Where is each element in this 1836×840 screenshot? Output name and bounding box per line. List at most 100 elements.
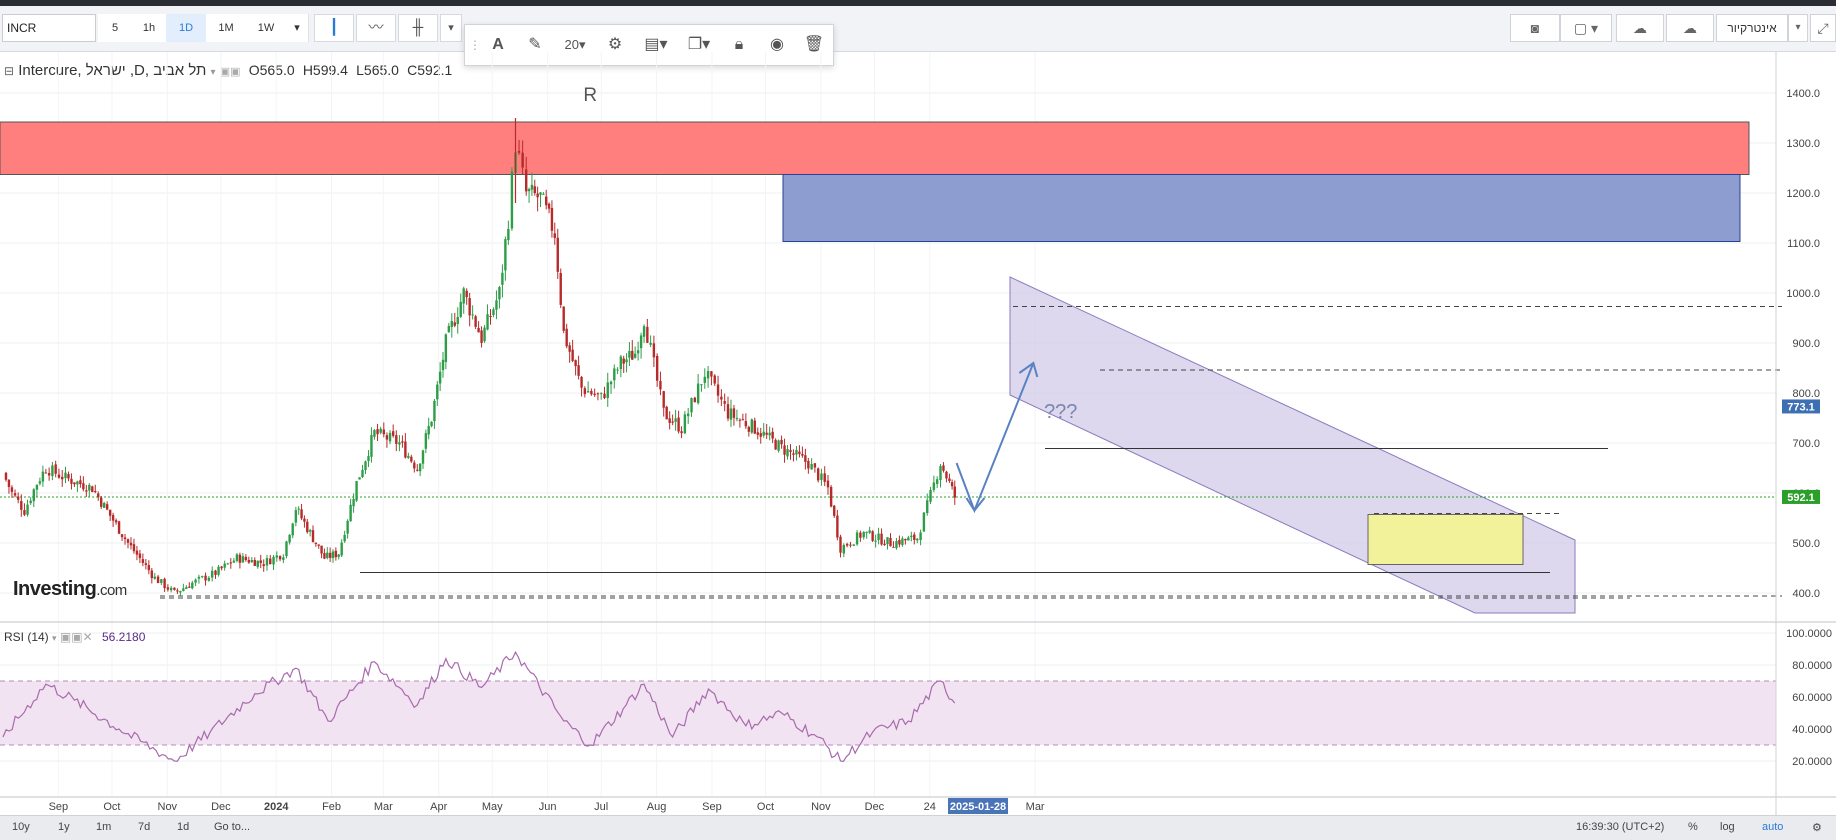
candle-body bbox=[859, 532, 862, 538]
candle-body bbox=[250, 559, 254, 563]
camera-icon[interactable]: ◙ bbox=[1510, 14, 1560, 42]
instrument-name: Intercure, ישראל ,D, תל אביב bbox=[18, 62, 207, 79]
cloud-load-icon[interactable]: ☁ bbox=[1616, 14, 1664, 42]
candle-body bbox=[108, 509, 112, 516]
candle-body bbox=[935, 479, 939, 484]
candle-body bbox=[450, 320, 454, 327]
language-button[interactable]: אינטרקיור bbox=[1716, 14, 1788, 42]
candle-body bbox=[173, 587, 176, 590]
lock-icon[interactable]: 🔒︎ bbox=[721, 25, 757, 65]
price-tick-label: 700.0 bbox=[1792, 438, 1820, 450]
language-dropdown-icon[interactable]: ▾ bbox=[1788, 14, 1808, 42]
candle-body bbox=[176, 590, 179, 592]
candle-body bbox=[845, 543, 849, 546]
eye-icon[interactable]: ◉ bbox=[759, 25, 795, 65]
layers-icon[interactable]: ▤▾ bbox=[635, 25, 677, 65]
candle-body bbox=[489, 315, 492, 318]
indicators-dropdown-icon[interactable]: ▾ bbox=[440, 14, 462, 42]
auto-toggle[interactable]: auto bbox=[1762, 821, 1783, 833]
candle-body bbox=[810, 463, 813, 470]
indicators-icon[interactable]: ╫ bbox=[398, 14, 438, 42]
candle-body bbox=[577, 365, 580, 376]
candle-body bbox=[57, 474, 61, 478]
collapse-icon[interactable]: ⊟ bbox=[4, 64, 14, 78]
timeframe-1m[interactable]: 1M bbox=[206, 14, 247, 42]
candle-body bbox=[486, 314, 489, 330]
time-tick-label: Nov bbox=[811, 801, 831, 813]
candle-body bbox=[593, 393, 596, 396]
candle-body bbox=[453, 322, 456, 326]
candle-body bbox=[441, 359, 445, 371]
candle-body bbox=[671, 421, 674, 423]
candle-body bbox=[41, 471, 45, 482]
candle-body bbox=[628, 350, 631, 358]
candle-body bbox=[144, 563, 148, 565]
range-1d[interactable]: 1d bbox=[177, 821, 189, 833]
candle-body bbox=[642, 326, 646, 337]
clone-icon[interactable]: ❐▾ bbox=[679, 25, 719, 65]
timeframe-1h[interactable]: 1h bbox=[132, 14, 167, 42]
candles-icon[interactable]: ┃ bbox=[314, 14, 354, 42]
settings-gear-icon[interactable]: ⚙ bbox=[597, 25, 633, 65]
time-tick-label: 2024 bbox=[264, 801, 289, 813]
legend-dropdown-icon[interactable]: ▾ bbox=[211, 67, 216, 78]
candle-body bbox=[282, 557, 285, 560]
candle-body bbox=[169, 587, 173, 591]
line-chart-icon[interactable]: 〰 bbox=[356, 14, 396, 42]
range-7d[interactable]: 7d bbox=[138, 821, 150, 833]
candle-body bbox=[105, 504, 109, 510]
candle-body bbox=[51, 465, 54, 477]
fullscreen-icon[interactable]: ⤢ bbox=[1810, 14, 1836, 42]
candle-body bbox=[223, 563, 226, 568]
candle-body bbox=[79, 480, 82, 485]
rsi-band bbox=[0, 681, 1776, 745]
trash-icon[interactable]: 🗑︎ bbox=[797, 25, 831, 65]
legend-settings-icon[interactable]: ▣▣ bbox=[220, 66, 241, 78]
candle-body bbox=[729, 408, 733, 420]
font-size-select[interactable]: 20▾ bbox=[555, 25, 595, 65]
candle-body bbox=[343, 534, 346, 542]
pencil-icon[interactable]: ✎ bbox=[517, 25, 553, 65]
price-chart[interactable]: R ??? 400.0 500.0 600.0 700.0 800.0 900.0 1000… bbox=[0, 0, 1836, 839]
candle-body bbox=[326, 552, 329, 558]
timeframe-1d[interactable]: 1D bbox=[166, 14, 207, 42]
candle-body bbox=[114, 520, 118, 523]
cloud-save-icon[interactable]: ☁ bbox=[1666, 14, 1714, 42]
text-color-icon[interactable]: A bbox=[481, 25, 515, 65]
settings-gear-icon[interactable]: ⚙ bbox=[1812, 821, 1822, 834]
candle-body bbox=[416, 469, 419, 471]
candle-body bbox=[379, 428, 382, 433]
drag-handle-icon[interactable]: ⋮ bbox=[469, 25, 481, 65]
timeframe-dropdown-icon[interactable]: ▾ bbox=[286, 14, 309, 42]
candle-body bbox=[117, 521, 121, 534]
timeframe-1w[interactable]: 1W bbox=[246, 14, 287, 42]
candle-body bbox=[536, 193, 539, 198]
time-tick-label: Jul bbox=[594, 801, 608, 813]
candle-body bbox=[413, 462, 416, 469]
rsi-grid bbox=[0, 632, 1776, 762]
candle-body bbox=[674, 418, 677, 422]
candle-body bbox=[16, 496, 20, 500]
symbol-input[interactable]: INCR bbox=[2, 14, 96, 42]
range-1y[interactable]: 1y bbox=[58, 821, 70, 833]
goto-button[interactable]: Go to... bbox=[214, 821, 250, 833]
rsi-dropdown-icon[interactable]: ▾ bbox=[52, 633, 57, 643]
candle-body bbox=[865, 531, 868, 533]
candle-body bbox=[716, 384, 720, 396]
range-10y[interactable]: 10y bbox=[12, 821, 30, 833]
candle-body bbox=[421, 450, 425, 464]
percent-toggle[interactable]: % bbox=[1688, 821, 1698, 833]
rsi-controls-icon[interactable]: ▣▣✕ bbox=[60, 630, 93, 644]
price-tick-label: 1200.0 bbox=[1786, 188, 1820, 200]
candle-body bbox=[135, 550, 139, 555]
layout-icon[interactable]: ▢ ▾ bbox=[1560, 14, 1612, 42]
candle-body bbox=[73, 482, 76, 485]
candle-body bbox=[314, 542, 318, 545]
timeframe-5[interactable]: 5 bbox=[98, 14, 133, 42]
rsi-label: RSI (14) ▾ ▣▣✕ 56.2180 bbox=[4, 630, 145, 644]
investing-logo: Investing.com bbox=[13, 578, 127, 600]
log-toggle[interactable]: log bbox=[1720, 821, 1735, 833]
range-1m[interactable]: 1m bbox=[96, 821, 111, 833]
candle-body bbox=[880, 533, 883, 545]
candle-body bbox=[668, 418, 671, 423]
